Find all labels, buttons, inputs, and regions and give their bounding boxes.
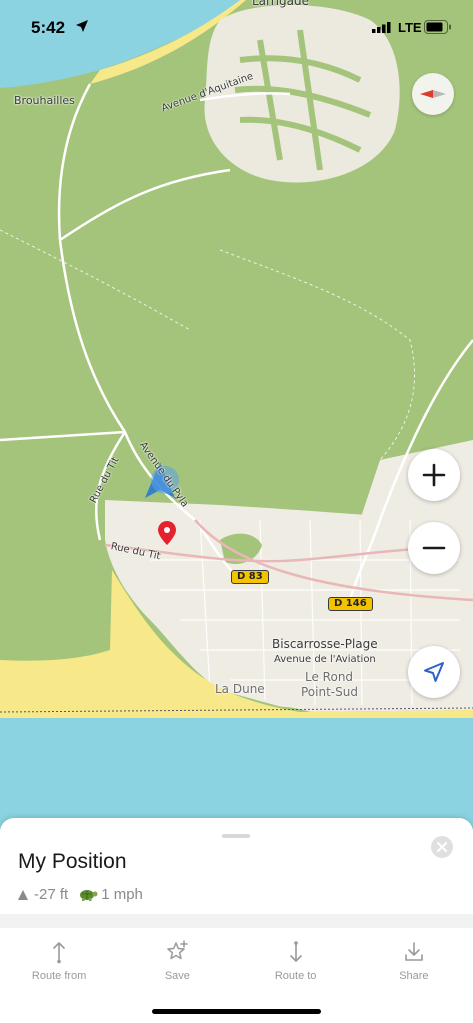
map-label-avenue-aviation: Avenue de l'Aviation (274, 654, 376, 665)
sheet-title: My Position (18, 850, 127, 873)
save-label: Save (164, 970, 190, 982)
share-label: Share (399, 970, 429, 982)
battery-icon (424, 20, 451, 34)
map-view[interactable]: Larrigade Brouhailles Avenue d'Aquitaine… (0, 0, 473, 830)
compass-button[interactable] (412, 73, 454, 115)
share-icon (405, 942, 423, 961)
compass-icon (420, 90, 446, 98)
speed-value: 1 mph (101, 886, 143, 903)
close-button[interactable] (431, 836, 453, 858)
zoom-in-button[interactable] (408, 449, 460, 501)
turtle-speed-icon (80, 889, 98, 901)
route-to-icon (289, 941, 302, 962)
zoom-out-button[interactable] (408, 522, 460, 574)
star-plus-icon (167, 940, 189, 960)
map-label-brouhailles: Brouhailles (14, 94, 75, 107)
map-label-le-rond: Le Rond (305, 670, 354, 684)
map-label-biscarrosse: Biscarrosse-Plage (272, 637, 378, 651)
elevation-icon (18, 889, 28, 900)
route-to-button[interactable]: Route to (237, 936, 355, 996)
save-button[interactable]: Save (118, 936, 236, 996)
route-from-button[interactable]: Route from (0, 936, 118, 996)
my-location-button[interactable] (408, 646, 460, 698)
route-from-label: Route from (31, 970, 87, 982)
sheet-grabber[interactable] (222, 834, 250, 838)
route-to-label: Route to (274, 970, 317, 982)
map-canvas (0, 0, 473, 830)
plus-icon (422, 463, 446, 487)
cellular-signal-icon (372, 22, 391, 33)
location-services-icon (76, 20, 88, 32)
share-button[interactable]: Share (355, 936, 473, 996)
action-bar: Route from Save Route to Share (0, 936, 473, 996)
home-indicator[interactable] (152, 1009, 321, 1014)
map-label-la-dune: La Dune (215, 682, 265, 696)
location-sheet[interactable]: My Position -27 ft 1 mph Route from Save… (0, 818, 473, 1023)
road-shield-d83: D 83 (231, 570, 269, 584)
sheet-divider (0, 914, 473, 928)
network-type: LTE (398, 20, 422, 35)
status-time: 5:42 (31, 18, 66, 37)
minus-icon (422, 546, 446, 550)
elevation-value: -27 ft (34, 886, 69, 903)
map-label-point-sud: Point-Sud (301, 685, 358, 699)
route-from-icon (53, 942, 65, 964)
position-meta: -27 ft 1 mph (18, 886, 143, 903)
navigation-arrow-icon (424, 662, 444, 682)
close-icon (437, 842, 447, 852)
status-bar: 5:42 LTE (0, 0, 473, 54)
road-shield-d146: D 146 (328, 597, 373, 611)
